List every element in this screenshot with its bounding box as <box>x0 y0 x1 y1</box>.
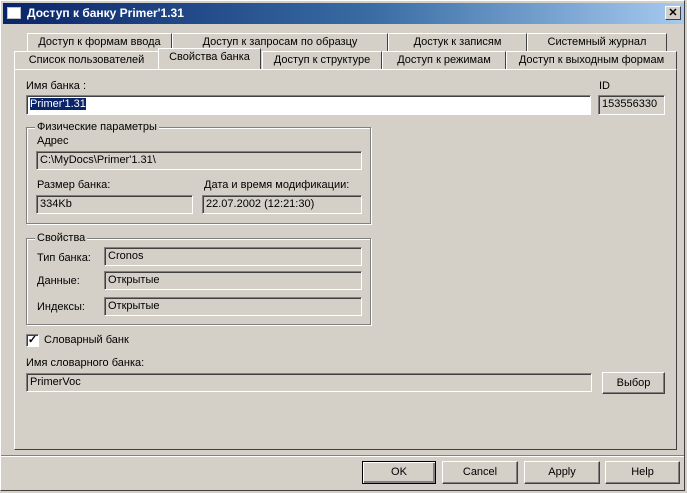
apply-button[interactable]: Apply <box>524 461 600 484</box>
button-separator <box>1 455 684 457</box>
bank-properties-panel <box>14 69 677 450</box>
tab-system-log[interactable]: Системный журнал <box>527 33 667 51</box>
window-title: Доступ к банку Primer'1.31 <box>27 6 184 20</box>
cancel-button[interactable]: Cancel <box>442 461 518 484</box>
tab-form-access[interactable]: Доступ к формам ввода <box>27 33 172 51</box>
tab-record-access[interactable]: Достук к записям <box>388 33 527 51</box>
ok-button[interactable]: OK <box>362 461 436 484</box>
window-icon <box>7 7 21 19</box>
tab-user-list[interactable]: Список пользователей <box>14 51 159 69</box>
tab-bank-properties[interactable]: Свойства банка <box>158 48 261 69</box>
title-bar: Доступ к банку Primer'1.31 ✕ <box>3 3 684 24</box>
dialog-window: Доступ к банку Primer'1.31 ✕ Доступ к фо… <box>0 0 685 491</box>
help-button[interactable]: Help <box>605 461 680 484</box>
tab-structure-access[interactable]: Доступ к структуре <box>262 51 382 69</box>
close-button[interactable]: ✕ <box>665 6 681 20</box>
tab-mode-access[interactable]: Доступ к режимам <box>382 51 506 69</box>
tab-output-form-access[interactable]: Доступ к выходным формам <box>506 51 677 69</box>
